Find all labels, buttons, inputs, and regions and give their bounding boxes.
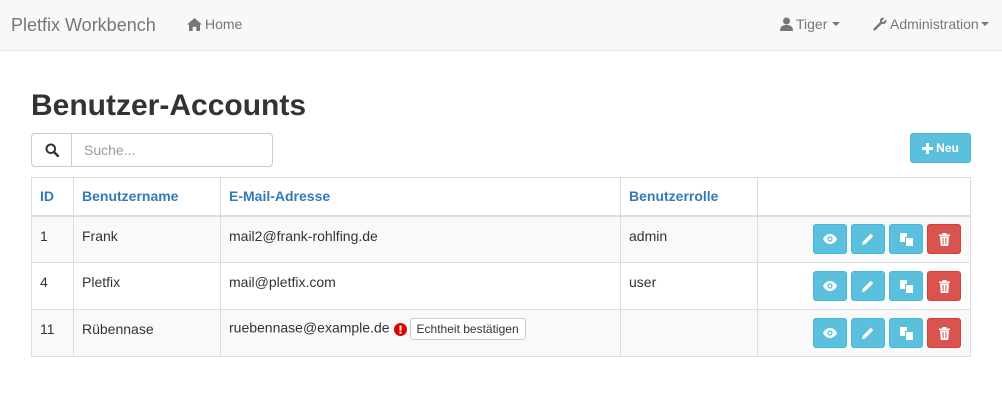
pencil-icon — [862, 280, 874, 292]
table-header-row: ID Benutzername E-Mail-Adresse Benutzerr… — [31, 177, 971, 217]
delete-button[interactable] — [927, 224, 961, 255]
trash-icon — [938, 279, 950, 293]
new-button-label: Neu — [936, 141, 959, 155]
cell-actions — [757, 262, 971, 310]
eye-icon — [823, 281, 837, 291]
home-icon — [187, 17, 202, 31]
copy-button[interactable] — [889, 224, 923, 255]
cell-actions — [757, 215, 971, 263]
cell-actions — [757, 309, 971, 357]
copy-button[interactable] — [889, 271, 923, 301]
email-text: ruebennase@example.de — [229, 319, 390, 336]
cell-username: Rübennase — [73, 309, 221, 357]
cell-id: 4 — [31, 262, 74, 310]
nav-user-label: Tiger — [796, 16, 828, 32]
copy-button[interactable] — [889, 318, 923, 348]
wrench-icon — [873, 17, 887, 31]
show-button[interactable] — [813, 224, 847, 255]
caret-down-icon — [832, 22, 841, 26]
header-username[interactable]: Benutzername — [73, 177, 221, 217]
nav-home-label: Home — [205, 16, 243, 32]
trash-icon — [938, 326, 950, 340]
plus-icon — [922, 142, 934, 154]
new-account-button[interactable]: Neu — [910, 133, 971, 163]
copy-icon — [899, 232, 913, 246]
cell-role: user — [620, 262, 758, 310]
cell-email: ruebennase@example.de Echtheit bestätigen — [220, 309, 621, 357]
show-button[interactable] — [813, 271, 847, 301]
cell-email: mail2@frank-rohlfing.de — [220, 215, 621, 263]
cell-id: 11 — [31, 309, 74, 357]
cell-username: Pletfix — [73, 262, 221, 310]
verify-email-button[interactable]: Echtheit bestätigen — [409, 318, 526, 340]
edit-button[interactable] — [851, 271, 885, 301]
copy-icon — [899, 326, 913, 340]
cell-id: 1 — [31, 215, 74, 263]
cell-email: mail@pletfix.com — [220, 262, 621, 310]
table-row: 4 Pletfix mail@pletfix.com user — [31, 262, 971, 310]
header-actions — [757, 177, 971, 217]
search-icon — [45, 143, 59, 157]
delete-button[interactable] — [927, 318, 961, 348]
edit-button[interactable] — [851, 224, 885, 255]
nav-user-dropdown[interactable]: Tiger — [780, 16, 841, 32]
cell-role — [620, 309, 758, 357]
cell-username: Frank — [73, 215, 221, 263]
page-title: Benutzer-Accounts — [31, 89, 307, 122]
pencil-icon — [862, 327, 874, 339]
edit-button[interactable] — [851, 318, 885, 348]
user-icon — [780, 17, 793, 31]
nav-admin-label: Administration — [890, 16, 979, 32]
search-button[interactable] — [31, 133, 71, 167]
search-group — [31, 133, 273, 167]
delete-button[interactable] — [927, 271, 961, 301]
exclamation-icon — [393, 322, 407, 336]
table-row: 1 Frank mail2@frank-rohlfing.de admin — [31, 215, 971, 263]
nav-home-link[interactable]: Home — [187, 16, 242, 32]
eye-icon — [823, 234, 837, 245]
header-role[interactable]: Benutzerrolle — [620, 177, 758, 217]
navbar-brand[interactable]: Pletfix Workbench — [11, 15, 156, 36]
search-input[interactable] — [71, 133, 273, 167]
header-email[interactable]: E-Mail-Adresse — [220, 177, 621, 217]
top-navbar: Pletfix Workbench Home Tiger Administrat… — [0, 0, 1002, 51]
cell-role: admin — [620, 215, 758, 263]
trash-icon — [938, 232, 950, 246]
nav-admin-dropdown[interactable]: Administration — [873, 16, 989, 32]
show-button[interactable] — [813, 318, 847, 348]
table-row: 11 Rübennase ruebennase@example.de Echthe… — [31, 309, 971, 357]
caret-down-icon — [980, 22, 989, 26]
eye-icon — [823, 328, 837, 338]
copy-icon — [899, 279, 913, 293]
accounts-table: ID Benutzername E-Mail-Adresse Benutzerr… — [31, 177, 971, 357]
pencil-icon — [862, 234, 874, 246]
header-id[interactable]: ID — [31, 177, 74, 217]
